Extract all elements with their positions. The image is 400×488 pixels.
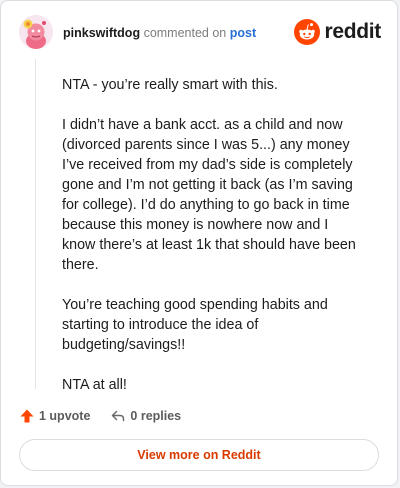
reddit-wordmark: reddit [324, 20, 381, 43]
action-text: commented on [143, 26, 227, 40]
snoo-avatar-icon [19, 15, 53, 49]
comment-paragraph: NTA at all! [62, 377, 127, 393]
username-link[interactable]: pinkswiftdog [63, 26, 140, 40]
comment-paragraph: NTA - you’re really smart with this. [62, 77, 278, 93]
user-avatar[interactable] [19, 15, 53, 49]
replies-count-label: 0 replies [130, 409, 182, 423]
replies-button[interactable]: 0 replies [110, 408, 181, 424]
comment-meta: pinkswiftdog commented on post [63, 26, 256, 40]
comment-paragraph: You’re teaching good spending habits and… [62, 297, 328, 353]
upvote-button[interactable]: 1 upvote [19, 408, 90, 424]
reddit-logo[interactable]: reddit [294, 18, 381, 46]
thread-line [35, 59, 36, 389]
reddit-snoo-icon [294, 19, 321, 45]
comment-body: NTA - you’re really smart with this. I d… [62, 75, 362, 415]
post-link[interactable]: post [230, 26, 256, 40]
upvote-count-label: 1 upvote [39, 409, 91, 423]
comment-embed-card: pinkswiftdog commented on post reddit NT… [0, 0, 398, 486]
upvote-arrow-icon [20, 409, 34, 423]
comment-paragraph: I didn’t have a bank acct. as a child an… [62, 117, 356, 273]
view-more-button[interactable]: View more on Reddit [19, 439, 379, 471]
comment-actions: 1 upvote 0 replies [19, 405, 181, 427]
reply-arrow-icon [112, 410, 125, 422]
comment-header: pinkswiftdog commented on post reddit [19, 15, 381, 53]
